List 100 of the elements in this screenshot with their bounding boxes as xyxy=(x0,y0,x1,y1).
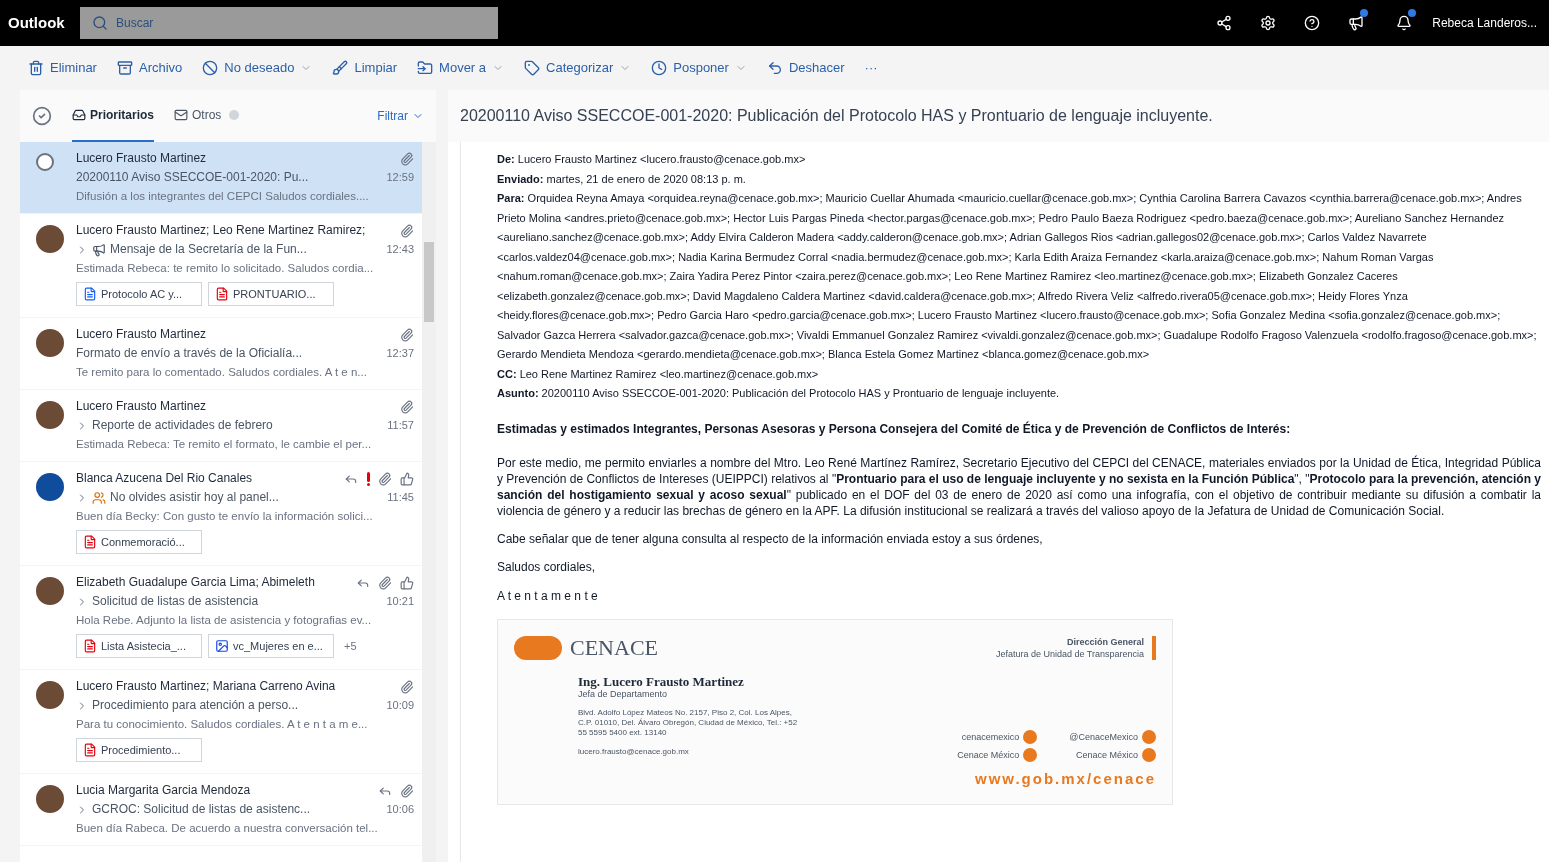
tag-icon xyxy=(524,60,541,76)
organization-name: CENACE xyxy=(570,635,658,660)
sender-name: Lucero Frausto Martinez; Leo Rene Martinez Ramirez; xyxy=(76,222,367,239)
website-url: www.gob.mx/cenace xyxy=(975,769,1156,788)
filter-button[interactable]: Filtrar xyxy=(377,107,424,125)
toolbar-button[interactable]: Limpiar xyxy=(332,58,398,78)
message-subject: Procedimiento para atención a perso... xyxy=(92,697,300,714)
select-all-icon[interactable] xyxy=(32,106,52,126)
search-field[interactable]: Buscar xyxy=(80,7,498,39)
app-name[interactable]: Outlook xyxy=(8,11,80,35)
avatar-photo-placeholder xyxy=(36,785,64,813)
social-handle: Cenace México xyxy=(950,747,1038,762)
thumbs-up-icon xyxy=(400,471,414,486)
paperclip-icon xyxy=(400,783,414,798)
paperclip-icon xyxy=(400,327,414,342)
header-field: CC: Leo Rene Martinez Ramirez <leo.martinez@cenace.gob.mx> xyxy=(497,364,1541,384)
toolbar-button[interactable]: Deshacer xyxy=(766,58,845,78)
message-subject: 20200110 Aviso SSECCOE-001-2020: Pu... xyxy=(76,169,310,186)
toolbar-button[interactable]: ··· xyxy=(864,58,878,78)
paperclip-icon xyxy=(378,471,392,486)
social-handle: cenacemexico xyxy=(950,729,1038,744)
message-preview: Difusión a los integrantes del CEPCI Saludos cordiales.... xyxy=(76,189,370,204)
toolbar-button[interactable]: Categorizar xyxy=(524,58,632,78)
megaphone-icon xyxy=(92,242,106,257)
paperclip-icon xyxy=(400,223,414,238)
message-time: 11:45 xyxy=(387,490,414,505)
message-subject: Formato de envío a través de la Oficialía... xyxy=(76,345,304,362)
toolbar-button[interactable]: Mover a xyxy=(417,58,505,78)
message-time: 11:57 xyxy=(387,418,414,433)
attachment-chip[interactable]: Procedimiento... xyxy=(76,738,202,762)
signature-name: Ing. Lucero Frausto Martinez xyxy=(578,675,745,688)
message-preview: Para tu conocimiento. Saludos cordiales. A t e n t a m e... xyxy=(76,717,369,732)
attachment-chip[interactable]: vc_Mujeres en e... xyxy=(208,634,334,658)
message-preview: Hola Rebe. Adjunto la lista de asistencia y fotografias ev... xyxy=(76,613,373,628)
attachment-chip[interactable]: Protocolo AC y... xyxy=(76,282,202,306)
share-icon[interactable] xyxy=(1216,15,1233,31)
pdf-icon xyxy=(83,535,97,549)
message-item[interactable]: Lucero Frausto Martinez 20200110 Aviso SSECCOE-001-2020: Pu... 12:59 Difusión a los integrantes del CEPCI Saludos cordiales.... xyxy=(20,142,422,214)
avatar-photo-placeholder xyxy=(36,401,64,429)
people-icon xyxy=(92,490,106,505)
message-preview: Te remito para lo comentado. Saludos cordiales. A t e n... xyxy=(76,365,368,380)
message-time: 12:43 xyxy=(386,242,414,257)
attachment-chip[interactable]: PRONTUARIO... xyxy=(208,282,334,306)
email-paragraph: Por este medio, me permito enviarles a nombre del Mtro. Leo René Martínez Ramírez, Secretario Ejecutivo del CEPCI del CENACE, materiales enviados por la Unidad de Ética, Integridad Pública y Prevención de Conflictos de Intereses (UEIPPCI) relativos al "Prontuario para el uso de lenguaje incluyente y no sexista en la Función Pública", "Protocolo para la prevención, atención y sanción del hostigamiento sexual y acoso sexual" publicado en el DOF del 03 de enero de 2020 así como una infografía, con el objetivo de contribuir mediante su difusión a combatir la violencia de género y a reducir las brechas de género en la APF. La difusión institucional se realizará a través del valioso apoyo de la Jefatura de Unidad de Comunicación Social. xyxy=(497,455,1541,519)
toolbar-button[interactable]: No deseado xyxy=(202,58,313,78)
unit-subtitle: Jefatura de Unidad de Transparencia xyxy=(995,647,1144,660)
avatar-photo-placeholder xyxy=(36,577,64,605)
email-subject: 20200110 Aviso SSECCOE-001-2020: Publicación del Protocolo HAS y Prontuario de lenguaje incluyente. xyxy=(448,90,1549,142)
pdf-icon xyxy=(215,287,229,301)
header-field: Para: Orquidea Reyna Amaya <orquidea.reyna@cenace.gob.mx>; Mauricio Cuellar Ahumada <mauricio.cuellar@cenace.gob.mx>; Cynthia Carolina Barrera Cavazos <cynthia.barrera@cenace.gob.mx>; Andres Prieto Molina <andres.prieto@cenace.gob.mx>; Hector Luis Pargas Pineda <hector.pargas@cenace.gob.mx>; Pedro Paulo Baeza Rodriguez <pedro.baeza@cenace.gob.mx>; Aureliano Sanchez Hernandez <aureliano.sanchez@cenace.gob.mx>; Addy Elvira Calderon Madera <addy.calderon@cenace.gob.mx>; Adrian Gallegos Rios <adrian.gallegos02@cenace.gob.mx>; Carlos Valdez Navarrete <carlos.valdez04@cenace.gob.mx>; Nadia Karina Bermudez Corral <nadia.bermudez@cenace.gob.mx>; Karla Edith Araiza Fernandez <karla.araiza@cenace.gob.mx>; Nahum Roman Vargas <nahum.roman@cenace.gob.mx>; Zaira Yadira Perez Pintor <zaira.perez@cenace.gob.mx>; Leo Rene Martinez Ramirez <leo.martinez@cenace.gob.mx>; Elizabeth Gonzalez Caceres <elizabeth.gonzalez@cenace.gob.mx>; David Magdaleno Caldera Martinez <david.caldera@cenace.gob.mx>; Alfredo Rivera Veliz <alfredo.rivera05@cenace.gob.mx>; Heidy Flores Ynza <heidy.flores@cenace.gob.mx>; Pedro Garcia Haro <pedro.garcia@cenace.gob.mx>; Lucero Frausto Martinez <lucero.frausto@cenace.gob.mx>; Sofia Gonzalez Medina <sofia.gonzalez@cenace.gob.mx>; Salvador Gazca Herrera <salvador.gazca@cenace.gob.mx>; Vivaldi Emmanuel Gonzalez Ramirez <vivaldi.gonzalez@cenace.gob.mx>; Guadalupe Rodolfo Fragoso Valenzuela <rodolfo.fragoso@cenace.gob.mx>; Gerardo Mendieta Mendoza <gerardo.mendieta@cenace.gob.mx>; Blanca Estela Gomez Martinez <blanca.gomez@cenace.gob.mx> xyxy=(497,189,1541,365)
sender-name: Lucero Frausto Martinez xyxy=(76,398,208,415)
avatar-photo-placeholder xyxy=(36,681,64,709)
thumbs-up-icon xyxy=(400,575,414,590)
sender-name: Blanca Azucena Del Rio Canales xyxy=(76,470,254,487)
message-time: 12:59 xyxy=(386,170,414,185)
message-preview: Buen día Rabeca. De acuerdo a nuestra conversación tel... xyxy=(76,821,379,836)
exclamation-icon xyxy=(366,471,370,486)
search-icon xyxy=(92,15,108,31)
attachment-chip[interactable]: Conmemoració... xyxy=(76,530,202,554)
sender-name: Lucia Margarita Garcia Mendoza xyxy=(76,782,252,799)
folder-icon xyxy=(417,60,434,76)
message-preview: Estimada Rebeca: Te remito el formato, le cambie el per... xyxy=(76,437,373,452)
user-name[interactable]: Rebeca Landeros... xyxy=(1432,14,1537,32)
attachment-chip[interactable]: Lista Asistecia_... xyxy=(76,634,202,658)
header-field: Asunto: 20200110 Aviso SSECCOE-001-2020: Publicación del Protocolo HAS y Prontuario de lenguaje incluyente. xyxy=(497,384,1541,404)
message-time: 10:09 xyxy=(386,698,414,713)
archive-icon xyxy=(116,60,133,76)
header-field: De: Lucero Frausto Martinez <lucero.frausto@cenace.gob.mx> xyxy=(497,150,1541,170)
inbox-icon xyxy=(72,108,86,122)
toolbar-button[interactable]: Archivo xyxy=(116,58,183,78)
undo-icon xyxy=(766,60,783,76)
message-time: 10:21 xyxy=(386,594,414,609)
email-closing: A t e n t a m e n t e xyxy=(497,588,599,605)
message-subject: No olvides asistir hoy al panel... xyxy=(110,489,280,506)
email-paragraph: Saludos cordiales, xyxy=(497,559,597,575)
toolbar-button[interactable]: Posponer xyxy=(651,58,747,78)
paperclip-icon xyxy=(400,151,414,166)
message-preview: Buen día Becky: Con gusto te envío la información solici... xyxy=(76,509,374,524)
sender-name: Lucero Frausto Martinez xyxy=(76,150,208,167)
settings-icon[interactable] xyxy=(1260,15,1277,31)
more-attachments-count[interactable]: +5 xyxy=(344,636,357,656)
trash-icon xyxy=(28,60,44,76)
envelope-icon xyxy=(174,108,189,122)
paperclip-icon xyxy=(400,399,414,414)
document-icon xyxy=(83,287,97,301)
toolbar-button[interactable]: Eliminar xyxy=(28,58,97,78)
help-icon[interactable] xyxy=(1304,15,1321,31)
clock-icon xyxy=(651,60,668,76)
avatar-photo-placeholder xyxy=(36,225,64,253)
signature-email: lucero.frausto@cenace.gob.mx xyxy=(578,745,690,758)
message-preview: Estimada Rebeca: te remito lo solicitado. Saludos cordia... xyxy=(76,261,375,276)
image-icon xyxy=(215,639,229,653)
message-subject: Mensaje de la Secretaría de la Fun... xyxy=(110,241,308,258)
avatar-photo-placeholder xyxy=(36,329,64,357)
social-handle: @CenaceMexico xyxy=(1069,729,1156,744)
email-paragraph: Cabe señalar que de tener alguna consulta al respecto de la información enviada estoy a sus órdenes, xyxy=(497,531,1044,547)
social-handle: Cenace México xyxy=(1069,747,1156,762)
scrollbar[interactable] xyxy=(422,142,436,862)
sender-name: Lucero Frausto Martinez xyxy=(76,326,208,343)
inbox-tab[interactable]: Otros xyxy=(174,90,240,142)
